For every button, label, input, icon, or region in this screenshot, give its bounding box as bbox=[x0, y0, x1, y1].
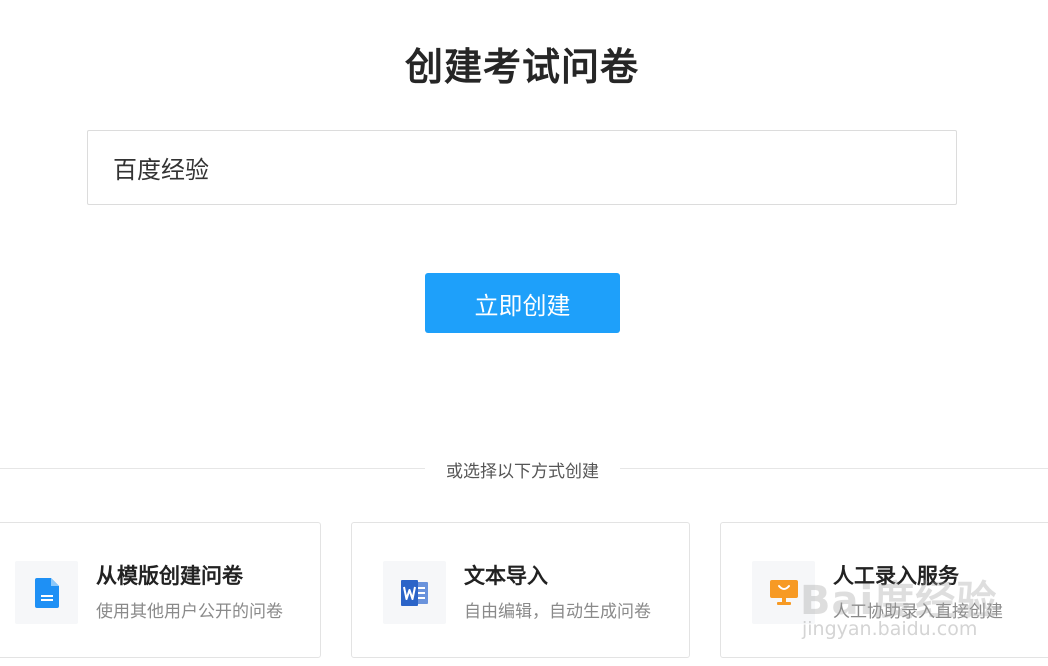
card-description: 使用其他用户公开的问卷 bbox=[96, 602, 283, 622]
divider-label: 或选择以下方式创建 bbox=[446, 462, 599, 482]
word-icon bbox=[383, 561, 446, 624]
create-now-button[interactable]: 立即创建 bbox=[425, 273, 620, 333]
card-title: 从模版创建问卷 bbox=[96, 564, 243, 588]
document-icon bbox=[15, 561, 78, 624]
text-import-card[interactable]: 文本导入 自由编辑，自动生成问卷 bbox=[351, 522, 690, 658]
service-icon bbox=[752, 561, 815, 624]
card-title: 人工录入服务 bbox=[833, 564, 959, 588]
page-title: 创建考试问卷 bbox=[404, 45, 639, 89]
card-description: 自由编辑，自动生成问卷 bbox=[464, 602, 651, 622]
card-title: 文本导入 bbox=[464, 564, 548, 588]
card-description: 人工协助录入直接创建 bbox=[833, 602, 1003, 622]
template-create-card[interactable]: 从模版创建问卷 使用其他用户公开的问卷 bbox=[0, 522, 321, 658]
divider-line-left bbox=[0, 468, 425, 469]
divider-line-right bbox=[620, 468, 1048, 469]
manual-entry-service-card[interactable]: 人工录入服务 人工协助录入直接创建 bbox=[720, 522, 1048, 658]
survey-name-input[interactable] bbox=[87, 130, 957, 205]
